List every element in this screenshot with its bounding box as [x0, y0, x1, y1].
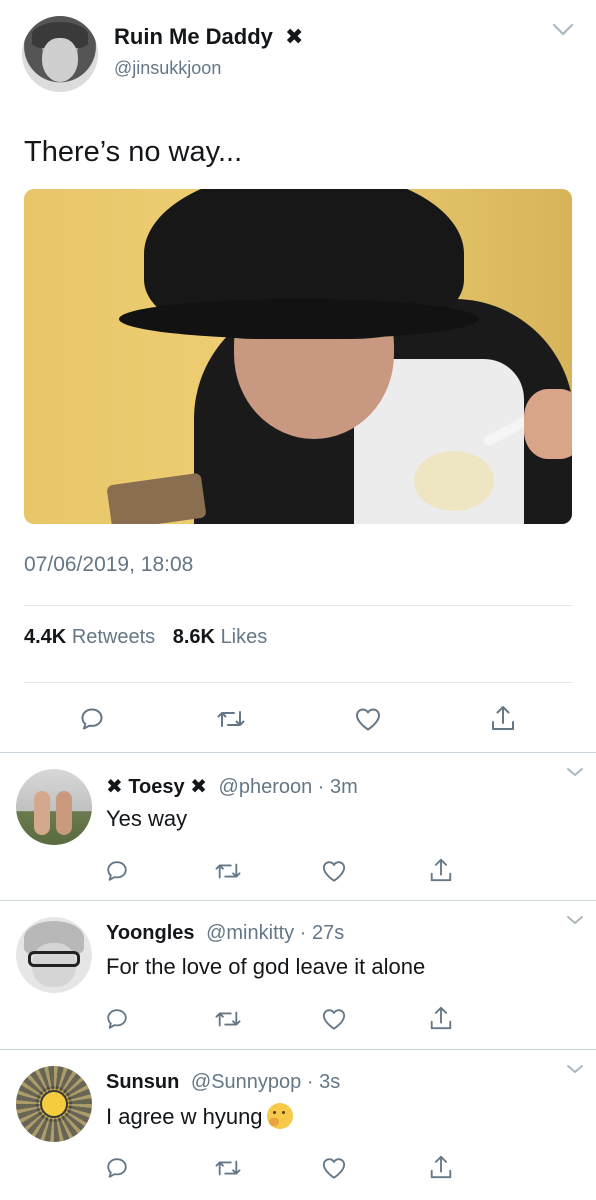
reply-tweet[interactable]: ✖ Toesy ✖ @pheroon · 3m Yes way	[0, 752, 596, 900]
author-handle[interactable]: @jinsukkjoon	[114, 58, 221, 79]
retweets-stat[interactable]: 4.4K Retweets	[24, 626, 173, 648]
like-icon[interactable]	[321, 1156, 347, 1180]
author-name[interactable]: Ruin Me Daddy ✖	[114, 24, 303, 50]
reply-icon[interactable]	[105, 1007, 129, 1031]
reply-author-handle[interactable]: @minkitty	[206, 922, 294, 944]
reply-icon[interactable]	[79, 706, 105, 732]
reply-text: I agree w hyung	[106, 1104, 263, 1129]
reply-icon[interactable]	[105, 1156, 129, 1180]
tweet-timestamp[interactable]: 07/06/2019, 18:08	[24, 553, 193, 577]
reply-author-name[interactable]: Yoongles	[106, 922, 195, 944]
retweet-icon[interactable]	[214, 1007, 242, 1031]
main-tweet: Ruin Me Daddy ✖ @jinsukkjoon There’s no …	[0, 0, 596, 752]
reply-author-handle[interactable]: @pheroon	[219, 776, 313, 798]
reply-text: Yes way	[106, 806, 188, 831]
reply-header: Yoongles @minkitty · 27s	[106, 922, 344, 945]
reply-text-container: I agree w hyung	[106, 1103, 293, 1130]
separator-dot: ·	[306, 1071, 320, 1093]
reply-author-handle[interactable]: @Sunnypop	[191, 1071, 301, 1093]
author-badge: ✖	[285, 24, 304, 49]
thinking-face-emoji-icon	[266, 1103, 293, 1129]
reply-avatar[interactable]	[16, 917, 92, 993]
retweets-label: Retweets	[71, 626, 156, 648]
retweet-icon[interactable]	[214, 1156, 242, 1180]
divider	[24, 605, 572, 606]
like-icon[interactable]	[321, 1007, 347, 1031]
likes-count: 8.6K	[172, 626, 215, 648]
chevron-down-icon[interactable]	[566, 914, 584, 926]
reply-header: Sunsun @Sunnypop · 3s	[106, 1071, 340, 1094]
author-name-text[interactable]: Ruin Me Daddy	[114, 24, 273, 49]
share-icon[interactable]	[428, 1004, 454, 1032]
reply-actions	[0, 1153, 596, 1183]
tweet-actions	[0, 700, 596, 736]
reply-avatar[interactable]	[16, 1066, 92, 1142]
reply-header: ✖ Toesy ✖ @pheroon · 3m	[106, 774, 358, 799]
likes-stat[interactable]: 8.6K Likes	[173, 626, 268, 648]
tweet-media-image[interactable]	[24, 189, 572, 524]
like-icon[interactable]	[354, 706, 382, 732]
reply-tweet[interactable]: Sunsun @Sunnypop · 3s I agree w hyung	[0, 1049, 596, 1197]
retweet-icon[interactable]	[216, 706, 246, 732]
share-icon[interactable]	[428, 856, 454, 884]
separator-dot: ·	[299, 922, 312, 944]
reply-time[interactable]: 3m	[330, 776, 358, 798]
tweet-stats: 4.4K Retweets 8.6K Likes	[24, 626, 267, 649]
reply-tweet[interactable]: Yoongles @minkitty · 27s For the love of…	[0, 900, 596, 1048]
reply-author-name[interactable]: Sunsun	[106, 1071, 179, 1093]
tweet-text: There’s no way...	[24, 136, 243, 168]
chevron-down-icon[interactable]	[552, 22, 574, 38]
retweets-count: 4.4K	[24, 626, 67, 648]
reply-time[interactable]: 27s	[312, 922, 344, 944]
reply-actions	[0, 856, 596, 886]
chevron-down-icon[interactable]	[566, 766, 584, 778]
like-icon[interactable]	[321, 859, 347, 883]
reply-author-name[interactable]: ✖ Toesy ✖	[106, 776, 207, 798]
reply-text: For the love of god leave it alone	[106, 954, 426, 979]
retweet-icon[interactable]	[214, 859, 242, 883]
author-avatar[interactable]	[22, 16, 98, 92]
reply-time[interactable]: 3s	[319, 1071, 340, 1093]
share-icon[interactable]	[489, 703, 517, 733]
reply-avatar[interactable]	[16, 769, 92, 845]
chevron-down-icon[interactable]	[566, 1063, 584, 1075]
reply-actions	[0, 1004, 596, 1034]
separator-dot: ·	[317, 776, 330, 798]
reply-icon[interactable]	[105, 859, 129, 883]
likes-label: Likes	[220, 626, 268, 648]
divider	[24, 682, 572, 683]
share-icon[interactable]	[428, 1153, 454, 1181]
